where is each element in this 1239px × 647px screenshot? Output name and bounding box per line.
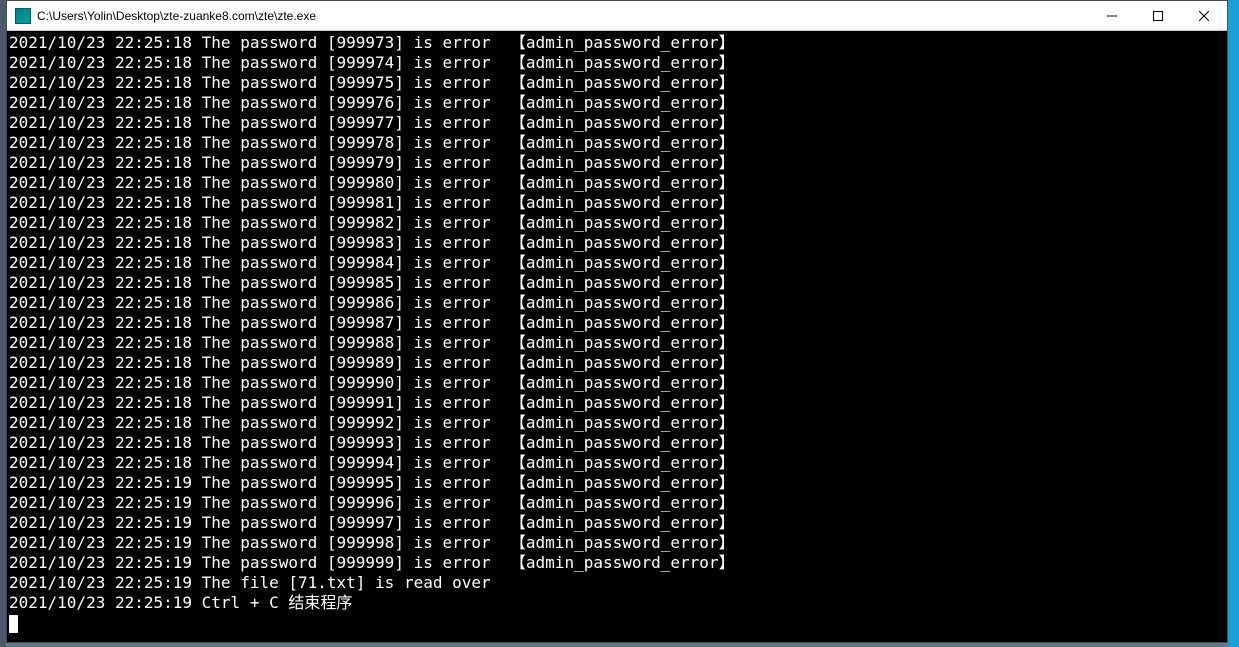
log-line: 2021/10/23 22:25:18 The password [999987… (9, 313, 1227, 333)
log-line: 2021/10/23 22:25:18 The password [999990… (9, 373, 1227, 393)
cursor-line (9, 613, 1227, 633)
log-line: 2021/10/23 22:25:19 The password [999996… (9, 493, 1227, 513)
minimize-button[interactable] (1089, 1, 1135, 30)
log-line: 2021/10/23 22:25:18 The password [999977… (9, 113, 1227, 133)
maximize-icon (1153, 11, 1163, 21)
log-line-file: 2021/10/23 22:25:19 The file [71.txt] is… (9, 573, 1227, 593)
log-line: 2021/10/23 22:25:18 The password [999991… (9, 393, 1227, 413)
log-line: 2021/10/23 22:25:18 The password [999994… (9, 453, 1227, 473)
titlebar[interactable]: C:\Users\Yolin\Desktop\zte-zuanke8.com\z… (7, 1, 1227, 31)
close-button[interactable] (1181, 1, 1227, 30)
minimize-icon (1107, 11, 1117, 21)
log-line: 2021/10/23 22:25:19 The password [999995… (9, 473, 1227, 493)
log-line: 2021/10/23 22:25:18 The password [999978… (9, 133, 1227, 153)
log-line: 2021/10/23 22:25:18 The password [999984… (9, 253, 1227, 273)
console-window: C:\Users\Yolin\Desktop\zte-zuanke8.com\z… (6, 0, 1228, 643)
log-line: 2021/10/23 22:25:18 The password [999982… (9, 213, 1227, 233)
log-line: 2021/10/23 22:25:18 The password [999975… (9, 73, 1227, 93)
log-line: 2021/10/23 22:25:18 The password [999992… (9, 413, 1227, 433)
maximize-button[interactable] (1135, 1, 1181, 30)
log-line: 2021/10/23 22:25:18 The password [999976… (9, 93, 1227, 113)
log-line: 2021/10/23 22:25:19 The password [999999… (9, 553, 1227, 573)
console-output[interactable]: 2021/10/23 22:25:18 The password [999973… (7, 31, 1227, 642)
log-line: 2021/10/23 22:25:18 The password [999981… (9, 193, 1227, 213)
log-line: 2021/10/23 22:25:18 The password [999979… (9, 153, 1227, 173)
log-line-end: 2021/10/23 22:25:19 Ctrl + C 结束程序 (9, 593, 1227, 613)
log-line: 2021/10/23 22:25:18 The password [999980… (9, 173, 1227, 193)
log-line: 2021/10/23 22:25:18 The password [999983… (9, 233, 1227, 253)
log-line: 2021/10/23 22:25:18 The password [999989… (9, 353, 1227, 373)
log-line: 2021/10/23 22:25:18 The password [999988… (9, 333, 1227, 353)
log-line: 2021/10/23 22:25:18 The password [999974… (9, 53, 1227, 73)
log-line: 2021/10/23 22:25:18 The password [999973… (9, 33, 1227, 53)
log-line: 2021/10/23 22:25:18 The password [999985… (9, 273, 1227, 293)
log-line: 2021/10/23 22:25:19 The password [999997… (9, 513, 1227, 533)
cursor (9, 615, 18, 633)
log-line: 2021/10/23 22:25:18 The password [999986… (9, 293, 1227, 313)
background-right-strip (1228, 0, 1239, 647)
log-line: 2021/10/23 22:25:19 The password [999998… (9, 533, 1227, 553)
window-controls (1089, 1, 1227, 30)
close-icon (1199, 11, 1209, 21)
window-title: C:\Users\Yolin\Desktop\zte-zuanke8.com\z… (37, 9, 1089, 23)
app-icon (15, 8, 31, 24)
log-line: 2021/10/23 22:25:18 The password [999993… (9, 433, 1227, 453)
